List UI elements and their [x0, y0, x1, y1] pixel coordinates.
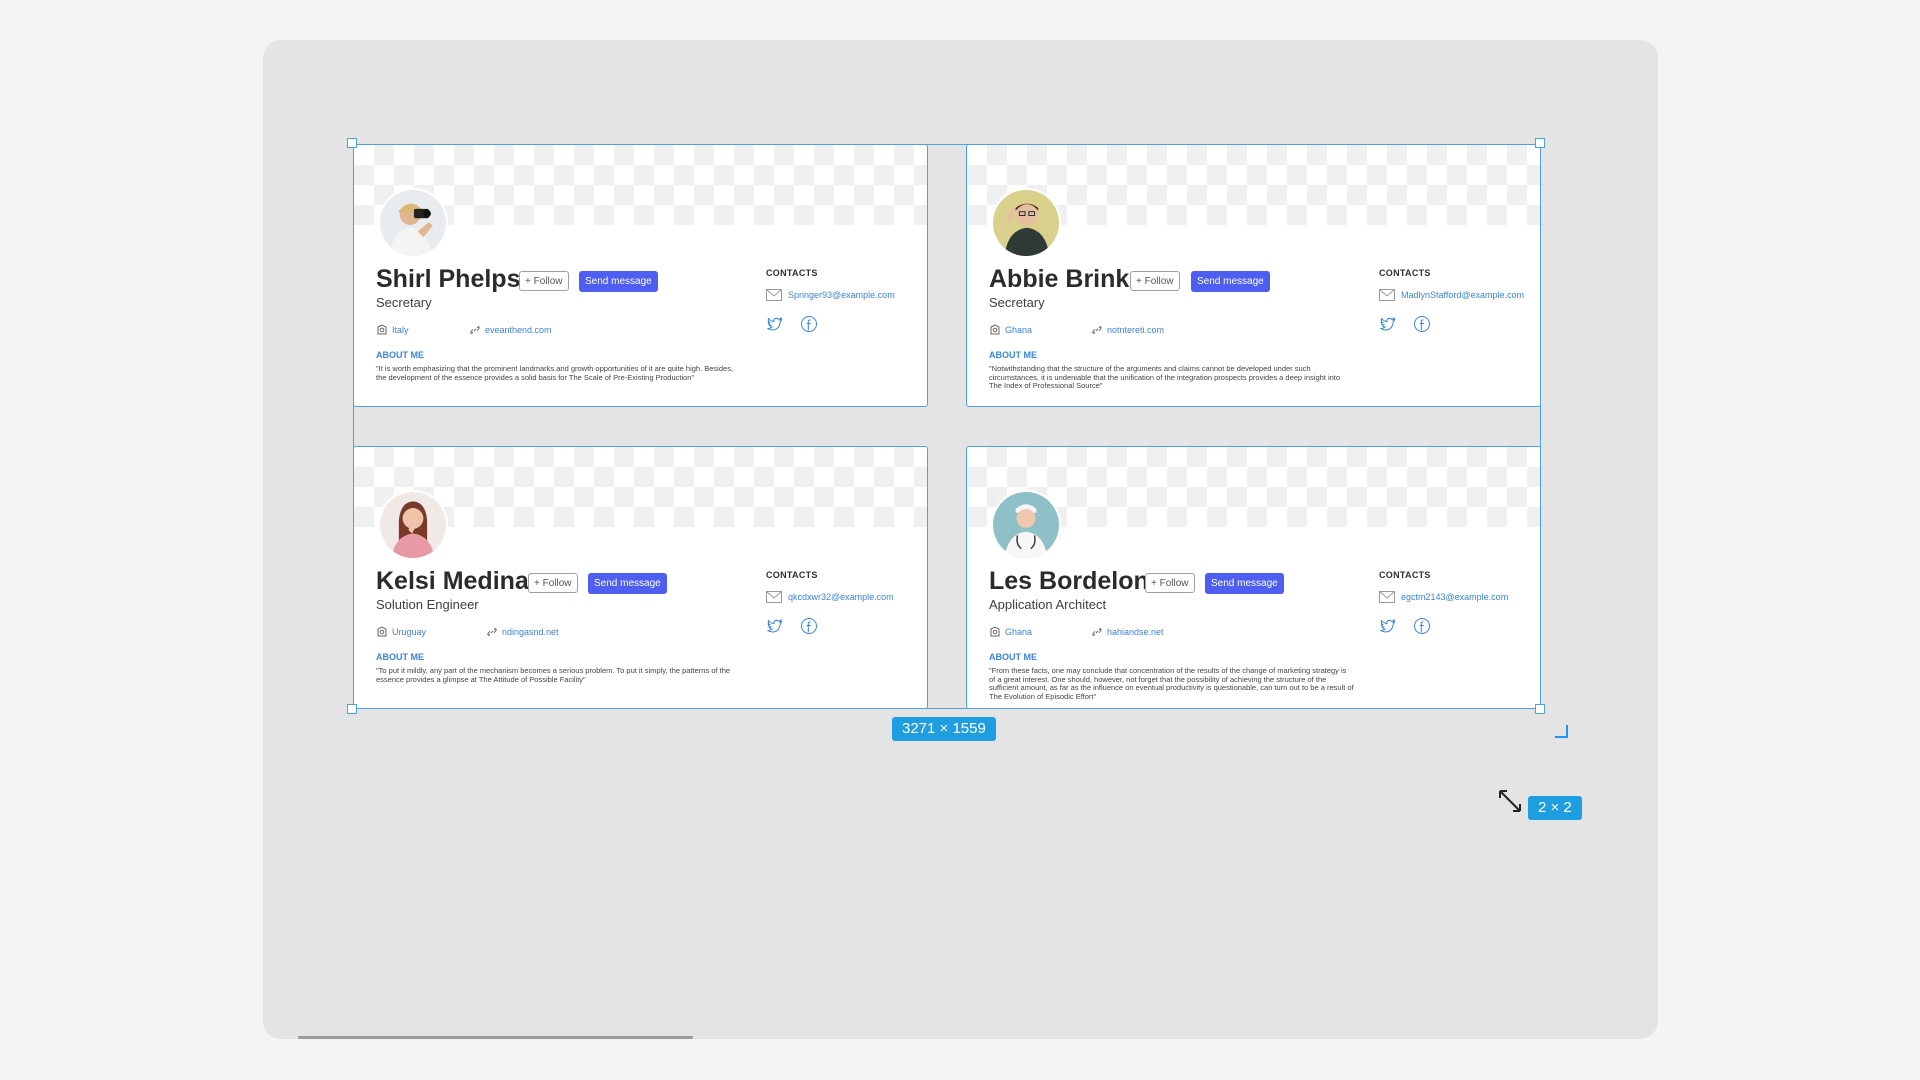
location-text: Uruguay — [392, 627, 427, 637]
selection-size-badge: 3271 × 1559 — [892, 717, 996, 741]
profile-role: Solution Engineer — [376, 597, 479, 612]
mail-icon — [1379, 289, 1395, 301]
send-message-button[interactable]: Send message — [1205, 573, 1284, 594]
location-icon — [990, 324, 1000, 335]
twitter-icon[interactable] — [766, 315, 784, 333]
location-icon — [377, 626, 387, 637]
location-icon — [377, 324, 387, 335]
twitter-icon[interactable] — [766, 617, 784, 635]
grid-resize-corner[interactable] — [1555, 725, 1568, 738]
send-message-button[interactable]: Send message — [1191, 271, 1270, 292]
avatar — [378, 188, 448, 258]
contacts-heading: CONTACTS — [1379, 570, 1431, 580]
facebook-icon[interactable] — [1413, 315, 1431, 333]
location-icon — [990, 626, 1000, 637]
website-text: eveanthend.com — [485, 325, 552, 335]
profile-role: Application Architect — [989, 597, 1107, 612]
email-link[interactable]: egctm2143@example.com — [1379, 591, 1508, 603]
send-message-button[interactable]: Send message — [588, 573, 667, 594]
facebook-icon[interactable] — [1413, 617, 1431, 635]
profile-card[interactable]: Shirl Phelps + Follow Send message Secre… — [353, 144, 928, 407]
email-text: MadlynStafford@example.com — [1401, 290, 1525, 300]
profile-name: Abbie Brink — [989, 265, 1130, 293]
resize-handle-top-left[interactable] — [347, 138, 357, 148]
email-text: Springer93@example.com — [788, 290, 895, 300]
profile-card[interactable]: Abbie Brink + Follow Send message Secret… — [966, 144, 1541, 407]
location-text: Ghana — [1005, 325, 1033, 335]
follow-button[interactable]: + Follow — [528, 573, 578, 593]
profile-role: Secretary — [989, 295, 1045, 310]
twitter-icon[interactable] — [1379, 617, 1397, 635]
link-icon — [470, 325, 480, 335]
follow-button[interactable]: + Follow — [519, 271, 569, 291]
follow-button[interactable]: + Follow — [1130, 271, 1180, 291]
mail-icon — [1379, 591, 1395, 603]
avatar — [991, 490, 1061, 560]
link-icon — [1092, 627, 1102, 637]
email-text: egctm2143@example.com — [1401, 592, 1509, 602]
about-heading: ABOUT ME — [376, 652, 424, 662]
mail-icon — [766, 289, 782, 301]
about-text: "To put it mildly, any part of the mecha… — [376, 666, 731, 684]
website-link[interactable]: ndingasnd.net — [486, 626, 559, 638]
location-text: Ghana — [1005, 627, 1033, 637]
resize-cursor-icon — [1499, 790, 1521, 812]
email-text: qkcdxwr32@example.com — [788, 592, 894, 602]
location[interactable]: Italy — [376, 324, 409, 336]
facebook-icon[interactable] — [800, 315, 818, 333]
website-text: hahiandse.net — [1107, 627, 1164, 637]
facebook-icon[interactable] — [800, 617, 818, 635]
avatar — [378, 490, 448, 560]
twitter-icon[interactable] — [1379, 315, 1397, 333]
profile-role: Secretary — [376, 295, 432, 310]
horizontal-scrollbar[interactable] — [298, 1036, 693, 1039]
about-text: "From these facts, one may conclude that… — [989, 666, 1354, 701]
profile-name: Kelsi Medina — [376, 567, 529, 595]
profile-card[interactable]: Kelsi Medina + Follow Send message Solut… — [353, 446, 928, 709]
about-text: "Notwithstanding that the structure of t… — [989, 364, 1341, 390]
about-text: "It is worth emphasizing that the promin… — [376, 364, 734, 382]
location[interactable]: Ghana — [989, 626, 1032, 638]
profile-name: Shirl Phelps — [376, 265, 521, 293]
send-message-button[interactable]: Send message — [579, 271, 658, 292]
mail-icon — [766, 591, 782, 603]
website-link[interactable]: notntereti.com — [1091, 324, 1164, 336]
grid-size-badge: 2 × 2 — [1528, 796, 1582, 820]
website-link[interactable]: hahiandse.net — [1091, 626, 1164, 638]
avatar — [991, 188, 1061, 258]
resize-handle-bottom-right[interactable] — [1535, 704, 1545, 714]
resize-handle-bottom-left[interactable] — [347, 704, 357, 714]
about-heading: ABOUT ME — [989, 350, 1037, 360]
email-link[interactable]: Springer93@example.com — [766, 289, 895, 301]
website-link[interactable]: eveanthend.com — [469, 324, 552, 336]
location[interactable]: Uruguay — [376, 626, 426, 638]
about-heading: ABOUT ME — [989, 652, 1037, 662]
about-heading: ABOUT ME — [376, 350, 424, 360]
contacts-heading: CONTACTS — [766, 570, 818, 580]
email-link[interactable]: qkcdxwr32@example.com — [766, 591, 894, 603]
follow-button[interactable]: + Follow — [1145, 573, 1195, 593]
website-text: ndingasnd.net — [502, 627, 559, 637]
email-link[interactable]: MadlynStafford@example.com — [1379, 289, 1524, 301]
profile-card[interactable]: Les Bordelon + Follow Send message Appli… — [966, 446, 1541, 709]
link-icon — [487, 627, 497, 637]
contacts-heading: CONTACTS — [1379, 268, 1431, 278]
design-canvas[interactable]: Shirl Phelps + Follow Send message Secre… — [263, 40, 1658, 1039]
website-text: notntereti.com — [1107, 325, 1165, 335]
resize-handle-top-right[interactable] — [1535, 138, 1545, 148]
location[interactable]: Ghana — [989, 324, 1032, 336]
profile-name: Les Bordelon — [989, 567, 1149, 595]
location-text: Italy — [392, 325, 409, 335]
contacts-heading: CONTACTS — [766, 268, 818, 278]
link-icon — [1092, 325, 1102, 335]
